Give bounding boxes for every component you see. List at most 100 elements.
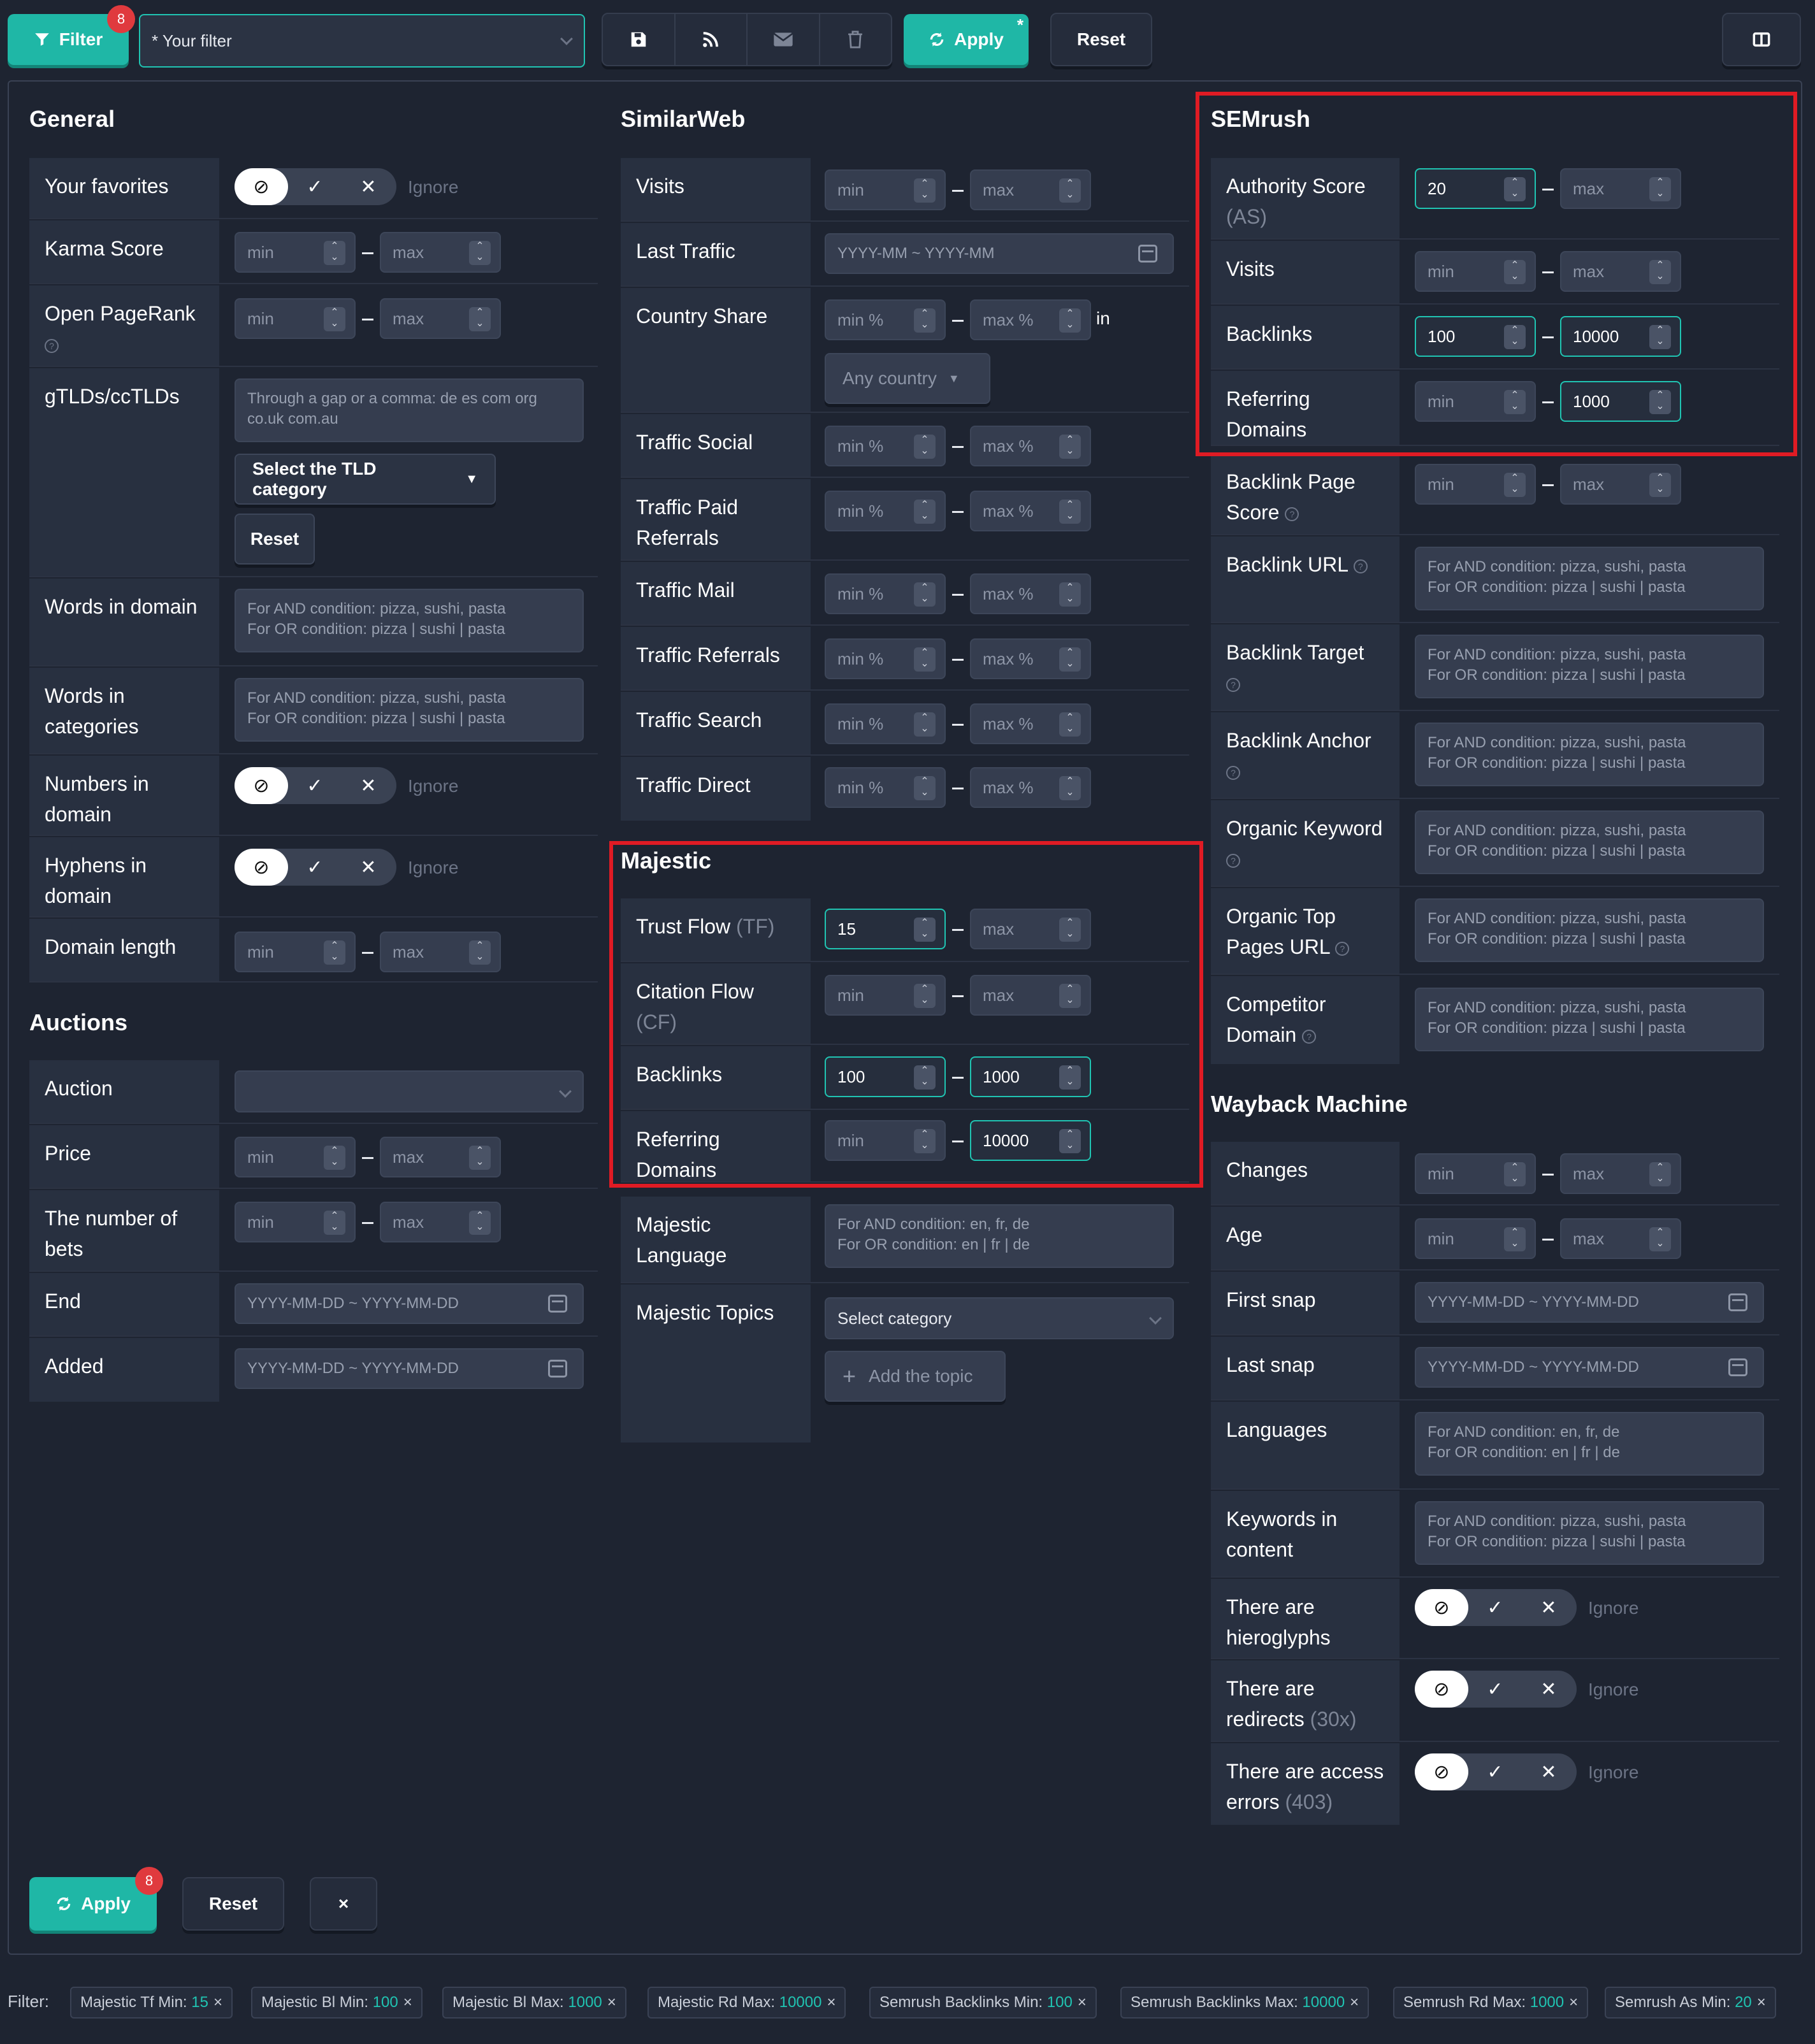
help-icon[interactable]: ? (1226, 853, 1240, 868)
ban-icon[interactable]: ⊘ (235, 767, 288, 804)
tld-category-dropdown[interactable]: Select the TLD category ▼ (235, 454, 496, 505)
bps-max-input[interactable]: max ⌃ ⌄ (1560, 464, 1681, 505)
stepper-icon[interactable]: ⌃ ⌄ (324, 1146, 345, 1170)
apply-button[interactable]: Apply * (904, 14, 1029, 65)
price-min-input[interactable]: min ⌃ ⌄ (235, 1137, 356, 1177)
help-icon[interactable]: ? (1335, 941, 1350, 956)
help-icon[interactable]: ? (1353, 559, 1368, 573)
age-max-input[interactable]: max ⌃ ⌄ (1560, 1218, 1681, 1259)
filter-chip[interactable]: Majestic Bl Max: 1000 × (442, 1987, 626, 2019)
stepper-icon[interactable]: ⌃ ⌄ (469, 307, 491, 331)
calendar-icon[interactable] (548, 1360, 567, 1378)
stepper-icon[interactable]: ⌃ ⌄ (324, 940, 345, 965)
organic-keyword-textarea[interactable]: For AND condition: pizza, sushi, pasta F… (1415, 810, 1764, 874)
stepper-icon[interactable]: ⌃ ⌄ (469, 241, 491, 265)
filter-chip[interactable]: Semrush As Min: 20 × (1605, 1987, 1776, 2019)
social-max-input[interactable]: max % ⌃ ⌄ (970, 426, 1091, 466)
auction-select[interactable] (235, 1070, 584, 1112)
favorites-tristate-toggle[interactable]: ⊘ ✓ ✕ (235, 168, 396, 205)
check-icon[interactable]: ✓ (1468, 1753, 1522, 1790)
help-icon[interactable]: ? (1285, 507, 1299, 521)
ban-icon[interactable]: ⊘ (1415, 1589, 1468, 1626)
stepper-icon[interactable]: ⌃ ⌄ (914, 435, 936, 459)
remove-chip-icon[interactable]: × (827, 1994, 835, 2011)
first-snap-date-input[interactable]: YYYY-MM-DD ~ YYYY-MM-DD (1415, 1282, 1764, 1323)
tld-textarea[interactable]: Through a gap or a comma: de es com org … (235, 378, 584, 442)
rss-button[interactable] (676, 14, 748, 65)
stepper-icon[interactable]: ⌃ ⌄ (1649, 473, 1671, 497)
added-date-input[interactable]: YYYY-MM-DD ~ YYYY-MM-DD (235, 1348, 584, 1389)
remove-chip-icon[interactable]: × (1757, 1994, 1766, 2011)
check-icon[interactable]: ✓ (1468, 1589, 1522, 1626)
stepper-icon[interactable]: ⌃ ⌄ (1059, 435, 1081, 459)
filter-chip[interactable]: Majestic Bl Min: 100 × (251, 1987, 423, 2019)
footer-close-button[interactable]: × (310, 1877, 377, 1931)
filter-chip[interactable]: Semrush Rd Max: 1000 × (1393, 1987, 1589, 2019)
stepper-icon[interactable]: ⌃ ⌄ (1649, 1227, 1671, 1251)
last-snap-date-input[interactable]: YYYY-MM-DD ~ YYYY-MM-DD (1415, 1347, 1764, 1388)
karma-max-input[interactable]: max ⌃ ⌄ (380, 232, 501, 273)
stepper-icon[interactable]: ⌃ ⌄ (1059, 776, 1081, 800)
stepper-icon[interactable]: ⌃ ⌄ (914, 308, 936, 333)
remove-chip-icon[interactable]: × (213, 1994, 222, 2011)
stepper-icon[interactable]: ⌃ ⌄ (914, 582, 936, 607)
remove-chip-icon[interactable]: × (607, 1994, 616, 2011)
pagerank-max-input[interactable]: max ⌃ ⌄ (380, 298, 501, 339)
changes-min-input[interactable]: min ⌃ ⌄ (1415, 1153, 1536, 1194)
direct-max-input[interactable]: max % ⌃ ⌄ (970, 767, 1091, 808)
keywords-in-content-textarea[interactable]: For AND condition: pizza, sushi, pasta F… (1415, 1501, 1764, 1565)
stepper-icon[interactable]: ⌃ ⌄ (469, 1146, 491, 1170)
stepper-icon[interactable]: ⌃ ⌄ (1059, 178, 1081, 203)
footer-apply-button[interactable]: Apply 8 (29, 1867, 163, 1931)
delete-button[interactable] (820, 14, 892, 65)
backlink-target-textarea[interactable]: For AND condition: pizza, sushi, pasta F… (1415, 635, 1764, 698)
close-icon[interactable]: ✕ (342, 849, 395, 886)
check-icon[interactable]: ✓ (1468, 1671, 1522, 1708)
domain-length-max-input[interactable]: max ⌃ ⌄ (380, 932, 501, 972)
close-icon[interactable]: ✕ (1522, 1753, 1575, 1790)
help-icon[interactable]: ? (1226, 677, 1240, 692)
sw-visits-min-input[interactable]: min ⌃ ⌄ (825, 169, 946, 210)
any-country-dropdown[interactable]: Any country ▼ (825, 353, 990, 404)
remove-chip-icon[interactable]: × (1350, 1994, 1359, 2011)
save-button[interactable] (603, 14, 676, 65)
country-share-max-input[interactable]: max % ⌃ ⌄ (970, 299, 1091, 340)
paid-min-input[interactable]: min % ⌃ ⌄ (825, 491, 946, 531)
check-icon[interactable]: ✓ (288, 168, 342, 205)
hieroglyphs-tristate-toggle[interactable]: ⊘ ✓ ✕ (1415, 1589, 1577, 1626)
organic-top-pages-textarea[interactable]: For AND condition: pizza, sushi, pasta F… (1415, 898, 1764, 962)
stepper-icon[interactable]: ⌃ ⌄ (1059, 308, 1081, 333)
help-icon[interactable]: ? (1302, 1029, 1317, 1044)
pagerank-min-input[interactable]: min ⌃ ⌄ (235, 298, 356, 339)
stepper-icon[interactable]: ⌃ ⌄ (469, 1211, 491, 1235)
help-icon[interactable]: ? (45, 338, 59, 353)
stepper-icon[interactable]: ⌃ ⌄ (1504, 473, 1526, 497)
end-date-input[interactable]: YYYY-MM-DD ~ YYYY-MM-DD (235, 1283, 584, 1324)
languages-textarea[interactable]: For AND condition: en, fr, de For OR con… (1415, 1412, 1764, 1476)
footer-reset-button[interactable]: Reset (182, 1877, 284, 1931)
add-topic-button[interactable]: + Add the topic (825, 1351, 1006, 1402)
words-in-domain-textarea[interactable]: For AND condition: pizza, sushi, pasta F… (235, 589, 584, 652)
stepper-icon[interactable]: ⌃ ⌄ (1504, 1227, 1526, 1251)
stepper-icon[interactable]: ⌃ ⌄ (469, 940, 491, 965)
mail-min-input[interactable]: min % ⌃ ⌄ (825, 573, 946, 614)
stepper-icon[interactable]: ⌃ ⌄ (1059, 582, 1081, 607)
close-icon[interactable]: ✕ (1522, 1589, 1575, 1626)
backlink-url-textarea[interactable]: For AND condition: pizza, sushi, pasta F… (1415, 547, 1764, 610)
stepper-icon[interactable]: ⌃ ⌄ (1504, 1162, 1526, 1186)
last-traffic-month-input[interactable]: YYYY-MM ~ YYYY-MM (825, 233, 1174, 274)
country-share-min-input[interactable]: min % ⌃ ⌄ (825, 299, 946, 340)
filter-chip[interactable]: Majestic Tf Min: 15 × (70, 1987, 233, 2019)
calendar-icon[interactable] (1728, 1358, 1747, 1376)
bps-min-input[interactable]: min ⌃ ⌄ (1415, 464, 1536, 505)
stepper-icon[interactable]: ⌃ ⌄ (914, 776, 936, 800)
mail-button[interactable] (748, 14, 820, 65)
referrals-min-input[interactable]: min % ⌃ ⌄ (825, 638, 946, 679)
competitor-domain-textarea[interactable]: For AND condition: pizza, sushi, pasta F… (1415, 988, 1764, 1051)
age-min-input[interactable]: min ⌃ ⌄ (1415, 1218, 1536, 1259)
filter-chip[interactable]: Semrush Backlinks Min: 100 × (869, 1987, 1097, 2019)
filter-chip[interactable]: Majestic Rd Max: 10000 × (647, 1987, 846, 2019)
ban-icon[interactable]: ⊘ (1415, 1753, 1468, 1790)
domain-length-min-input[interactable]: min ⌃ ⌄ (235, 932, 356, 972)
bets-min-input[interactable]: min ⌃ ⌄ (235, 1202, 356, 1242)
